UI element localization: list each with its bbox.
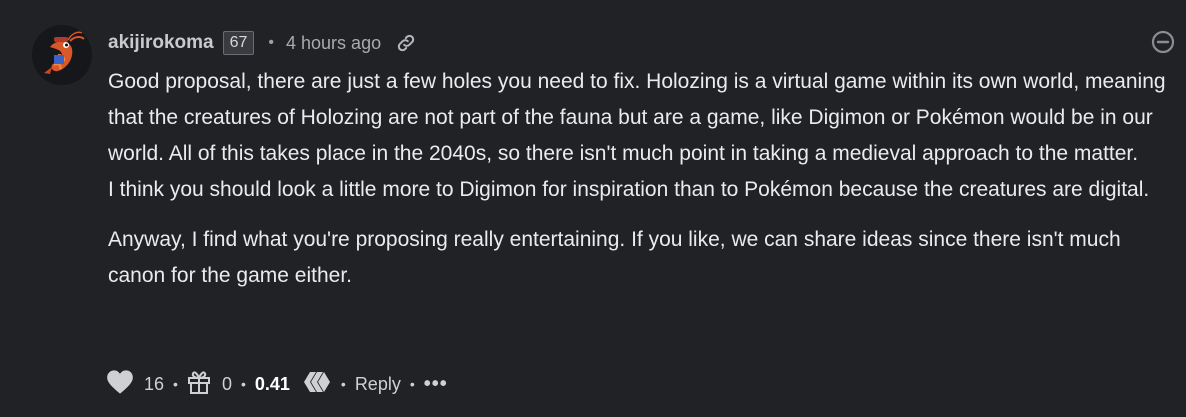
author-name[interactable]: akijirokoma [108,32,214,54]
avatar[interactable] [32,25,92,85]
heart-icon[interactable] [106,369,134,400]
comment-footer: 16 • 0 • 0.41 • Reply • ••• [106,368,448,400]
payout-value[interactable]: 0.41 [255,374,290,395]
reply-button[interactable]: Reply [355,374,401,395]
comment-body: Good proposal, there are just a few hole… [108,64,1168,294]
comment-paragraph: Anyway, I find what you're proposing rea… [108,228,1121,287]
link-icon[interactable] [395,32,417,54]
comment-header: akijirokoma 67 • 4 hours ago [108,29,417,57]
more-options-button[interactable]: ••• [424,373,448,396]
separator-dot: • [173,376,178,392]
shrimp-avatar-icon [32,25,92,85]
separator-dot: • [268,34,275,51]
hive-icon[interactable] [302,370,332,399]
comment-paragraph: I think you should look a little more to… [108,178,1150,201]
gift-count[interactable]: 0 [222,374,232,395]
reputation-badge: 67 [222,31,255,55]
comment: akijirokoma 67 • 4 hours ago Good propos… [0,0,1186,417]
gift-icon[interactable] [187,369,211,400]
vote-count[interactable]: 16 [144,374,164,395]
timestamp[interactable]: 4 hours ago [286,33,381,54]
separator-dot: • [340,376,346,392]
separator-dot: • [240,376,246,392]
separator-dot: • [409,376,415,392]
collapse-icon[interactable] [1151,30,1175,54]
comment-paragraph: Good proposal, there are just a few hole… [108,70,1166,165]
